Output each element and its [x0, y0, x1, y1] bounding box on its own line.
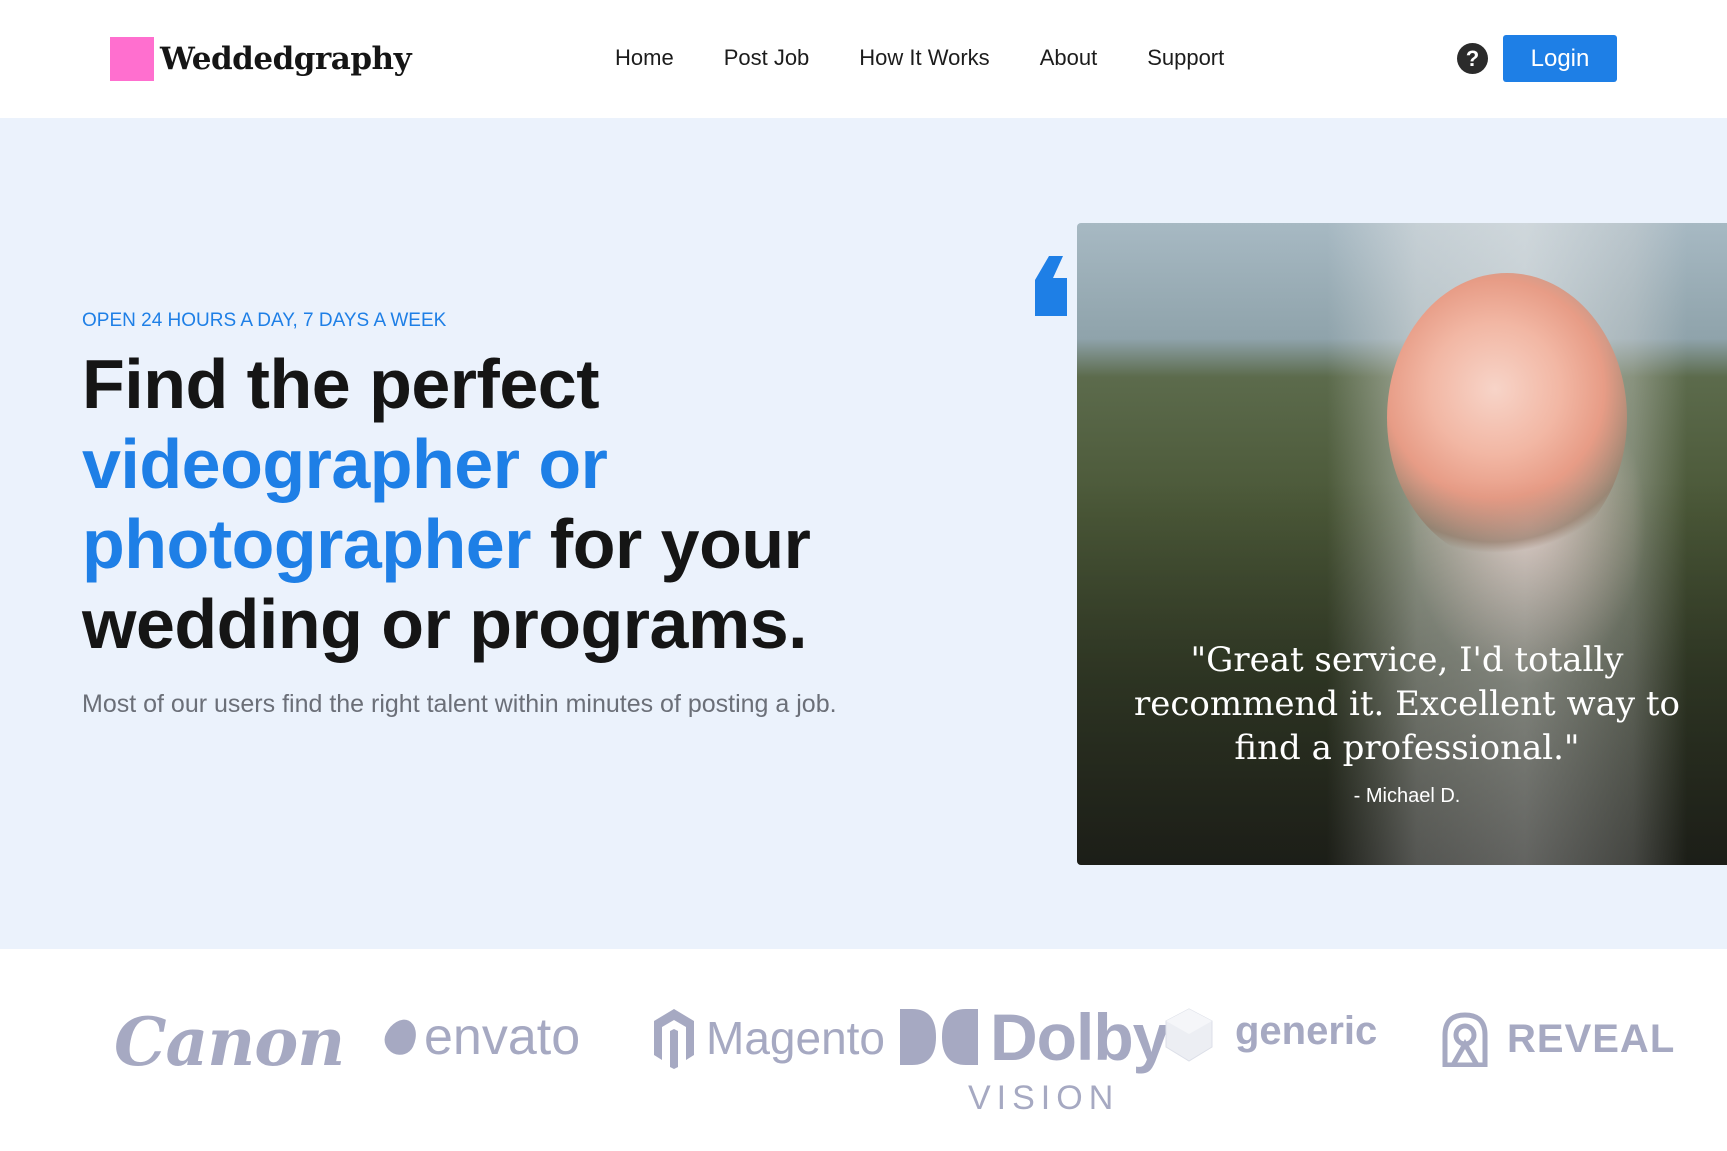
brand-name: Weddedgraphy — [160, 40, 412, 77]
logo-canon: Canon — [114, 1003, 345, 1081]
brand-logo[interactable]: Weddedgraphy — [110, 37, 412, 81]
headline-accent-1: videographer or — [82, 425, 608, 503]
main-nav: Home Post Job How It Works About Support — [615, 45, 1224, 71]
login-button[interactable]: Login — [1503, 35, 1617, 82]
reveal-arch-icon — [1442, 1012, 1488, 1067]
dolby-double-d-icon — [900, 1009, 978, 1065]
cube-logo-icon — [1165, 1008, 1213, 1062]
nav-about[interactable]: About — [1040, 45, 1098, 71]
headline-line-3-rest: for your — [530, 505, 811, 583]
reveal-label: REVEAL — [1507, 1016, 1676, 1061]
logo-envato: envato — [379, 1007, 581, 1067]
dolby-label: Dolby — [990, 1000, 1169, 1074]
testimonial-author: - Michael D. — [1353, 785, 1461, 807]
logo-reveal: REVEAL — [1441, 1011, 1675, 1067]
site-header: Weddedgraphy Home Post Job How It Works … — [0, 0, 1727, 118]
nav-home[interactable]: Home — [615, 45, 674, 71]
headline-accent-2: photographer — [82, 505, 531, 583]
nav-support[interactable]: Support — [1147, 45, 1224, 71]
logo-generic: generic — [1235, 1009, 1378, 1053]
nav-post-job[interactable]: Post Job — [724, 45, 810, 71]
logo-dolby-vision: Dolby VISION — [900, 999, 1169, 1118]
brand-logos: Canon envato Magento Dolby VISION generi… — [0, 949, 1727, 1151]
envato-leaf-icon — [379, 1014, 423, 1060]
headline-line-4: wedding or programs. — [82, 585, 808, 663]
hero-subtext: Most of our users find the right talent … — [82, 690, 837, 718]
hero-eyebrow: OPEN 24 HOURS A DAY, 7 DAYS A WEEK — [82, 310, 447, 331]
dolby-vision-label: VISION — [968, 1079, 1120, 1117]
envato-label: envato — [424, 1008, 581, 1066]
testimonial-photo: "Great service, I'd totally recommend it… — [1077, 223, 1727, 865]
help-icon[interactable]: ? — [1457, 43, 1488, 74]
testimonial-quote: "Great service, I'd totally recommend it… — [1133, 640, 1681, 768]
magento-label: Magento — [706, 1012, 886, 1064]
magento-hexagon-icon — [654, 1009, 694, 1069]
logo-magento: Magento — [652, 1007, 885, 1069]
hero-headline: Find the perfect videographer or photogr… — [82, 344, 982, 664]
hero-section: OPEN 24 HOURS A DAY, 7 DAYS A WEEK Find … — [0, 118, 1727, 949]
nav-how-it-works[interactable]: How It Works — [859, 45, 989, 71]
headline-line-1: Find the perfect — [82, 345, 600, 423]
logo-mark — [110, 37, 154, 81]
